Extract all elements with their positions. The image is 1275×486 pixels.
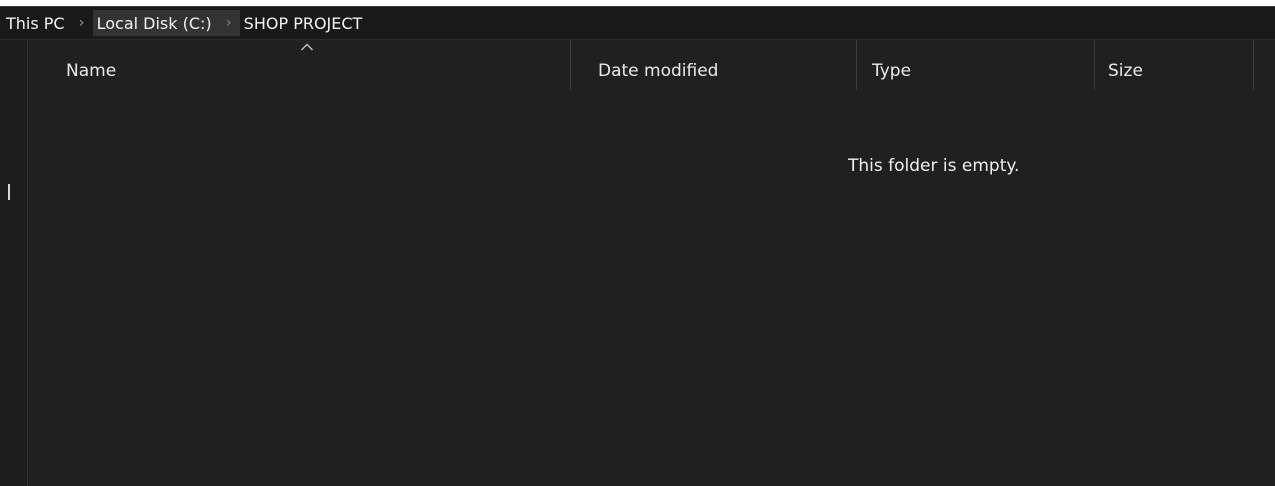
breadcrumb-this-pc[interactable]: This PC xyxy=(0,10,71,36)
breadcrumb-local-disk[interactable]: Local Disk (C:) xyxy=(92,10,218,36)
empty-folder-message: This folder is empty. xyxy=(848,156,1020,176)
breadcrumb-label: This PC xyxy=(6,13,65,33)
text-cursor-icon xyxy=(8,184,10,200)
file-explorer-window: This PC › Local Disk (C:) › SHOP PROJECT… xyxy=(0,6,1275,486)
column-header-size[interactable]: Size xyxy=(1108,40,1248,90)
column-divider[interactable] xyxy=(856,40,857,90)
breadcrumb-chevron-icon[interactable]: › xyxy=(217,10,240,36)
breadcrumb-chevron-icon[interactable]: › xyxy=(71,10,93,36)
breadcrumb-label: Local Disk (C:) xyxy=(96,13,212,33)
column-header-name[interactable]: Name xyxy=(66,40,596,90)
breadcrumb-shop-project[interactable]: SHOP PROJECT xyxy=(240,10,369,36)
column-divider[interactable] xyxy=(570,40,571,90)
chevron-up-icon xyxy=(300,43,314,51)
column-header-row: Name Date modified Type Size xyxy=(28,40,1275,90)
breadcrumb-label: SHOP PROJECT xyxy=(243,13,363,33)
address-bar[interactable]: This PC › Local Disk (C:) › SHOP PROJECT xyxy=(0,6,1275,40)
column-divider[interactable] xyxy=(1253,40,1254,90)
content-area: Name Date modified Type Size This folder… xyxy=(0,40,1275,486)
column-header-date-modified[interactable]: Date modified xyxy=(598,40,853,90)
navigation-pane[interactable] xyxy=(0,40,28,486)
column-header-type[interactable]: Type xyxy=(872,40,1092,90)
column-divider[interactable] xyxy=(1094,40,1095,90)
